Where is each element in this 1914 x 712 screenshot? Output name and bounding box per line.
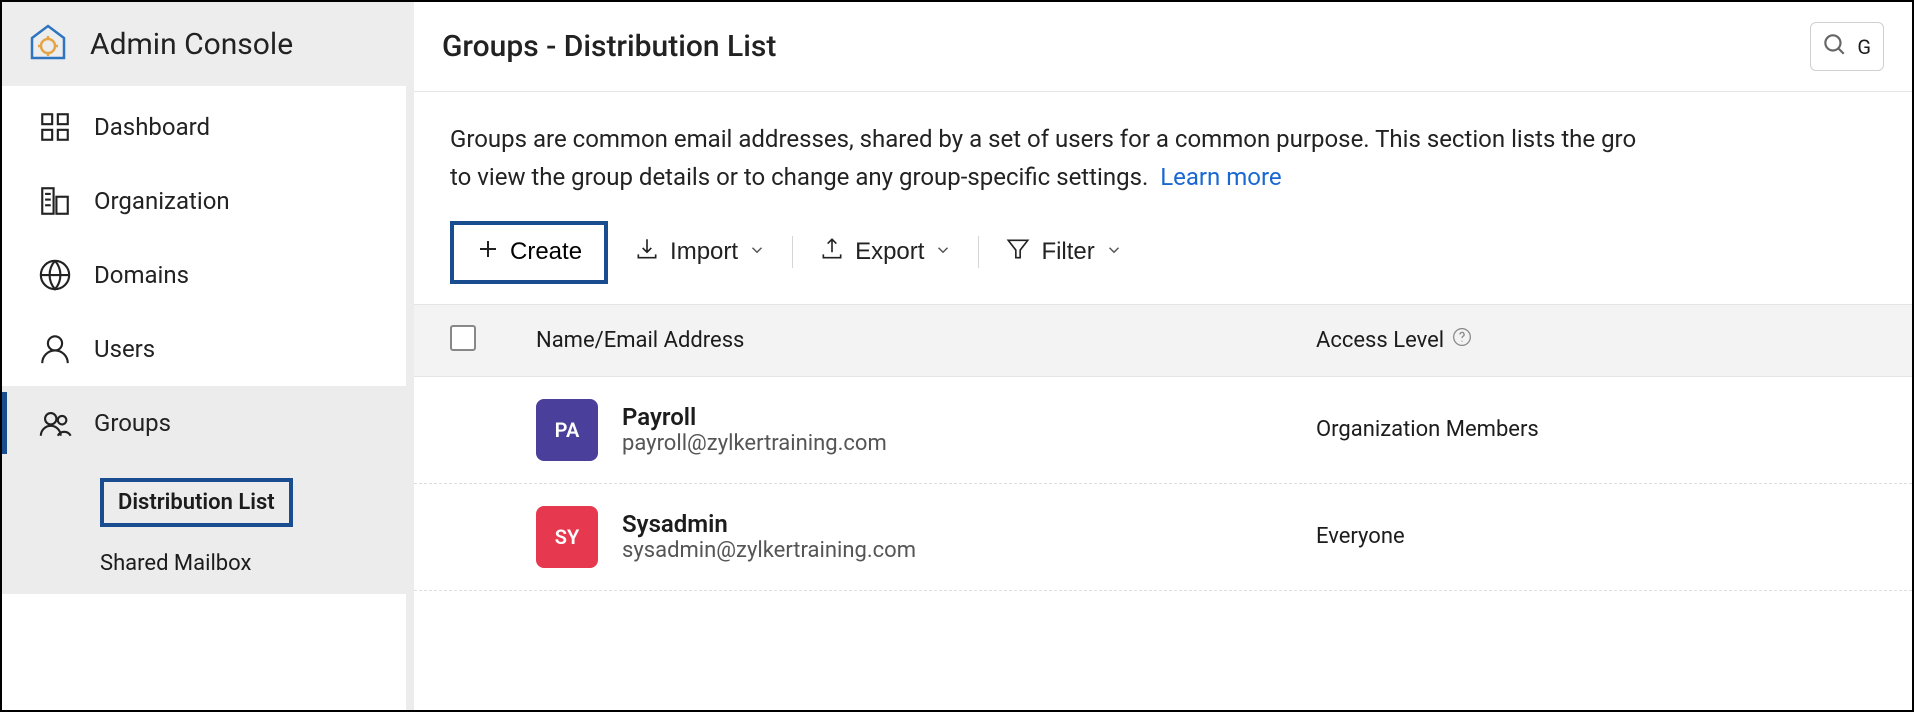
search-button[interactable]: G <box>1810 22 1884 71</box>
toolbar-divider <box>978 236 979 268</box>
globe-icon <box>38 258 72 292</box>
table-row[interactable]: PA Payrollpayroll@zylkertraining.comOrgan… <box>414 377 1912 484</box>
groups-icon <box>38 406 72 440</box>
sidebar-item-label: Organization <box>94 187 230 215</box>
sidebar-nav: Dashboard Organization Domains Users <box>2 86 414 710</box>
sidebar-item-label: Domains <box>94 261 189 289</box>
table-row[interactable]: SY Sysadminsysadmin@zylkertraining.comEve… <box>414 484 1912 591</box>
row-name: Sysadmin <box>622 510 1316 538</box>
sidebar-title: Admin Console <box>90 27 293 62</box>
sidebar-item-label: Users <box>94 335 155 363</box>
row-email: sysadmin@zylkertraining.com <box>622 538 1316 563</box>
learn-more-link[interactable]: Learn more <box>1160 163 1281 191</box>
sidebar-item-dashboard[interactable]: Dashboard <box>2 90 406 164</box>
row-body: Sysadminsysadmin@zylkertraining.com <box>622 510 1316 563</box>
column-header-access[interactable]: Access Level <box>1316 327 1876 353</box>
page-title: Groups - Distribution List <box>442 29 776 64</box>
sidebar-item-groups[interactable]: Groups <box>2 386 406 460</box>
sidebar-item-organization[interactable]: Organization <box>2 164 406 238</box>
export-icon <box>819 236 845 269</box>
export-button[interactable]: Export <box>819 230 952 275</box>
chevron-down-icon <box>748 238 766 266</box>
row-body: Payrollpayroll@zylkertraining.com <box>622 403 1316 456</box>
sidebar-item-label: Groups <box>94 409 171 437</box>
row-access-level: Organization Members <box>1316 417 1876 442</box>
avatar: PA <box>536 399 598 461</box>
search-icon <box>1821 31 1847 62</box>
import-button[interactable]: Import <box>634 230 766 275</box>
description-text: Groups are common email addresses, share… <box>414 92 1912 215</box>
plus-icon <box>476 237 500 268</box>
organization-icon <box>38 184 72 218</box>
filter-icon <box>1005 236 1031 269</box>
sidebar-item-users[interactable]: Users <box>2 312 406 386</box>
row-name: Payroll <box>622 403 1316 431</box>
logo-icon <box>26 22 70 66</box>
sidebar-item-label: Dashboard <box>94 113 210 141</box>
select-all-checkbox[interactable] <box>450 325 536 356</box>
column-header-name[interactable]: Name/Email Address <box>536 328 1316 353</box>
user-icon <box>38 332 72 366</box>
sidebar-header: Admin Console <box>2 2 414 86</box>
dashboard-icon <box>38 110 72 144</box>
create-button[interactable]: Create <box>450 221 608 284</box>
main-header: Groups - Distribution List G <box>414 2 1912 92</box>
filter-button[interactable]: Filter <box>1005 230 1122 275</box>
sidebar: Admin Console Dashboard Organization Dom… <box>2 2 414 710</box>
subnav-item-distribution-list[interactable]: Distribution List <box>100 466 406 539</box>
chevron-down-icon <box>1105 238 1123 266</box>
help-icon[interactable] <box>1452 327 1472 353</box>
row-email: payroll@zylkertraining.com <box>622 431 1316 456</box>
avatar: SY <box>536 506 598 568</box>
chevron-down-icon <box>934 238 952 266</box>
search-label-truncated: G <box>1857 35 1871 59</box>
row-access-level: Everyone <box>1316 524 1876 549</box>
table-header: Name/Email Address Access Level <box>414 304 1912 377</box>
main: Groups - Distribution List G Groups are … <box>414 2 1912 710</box>
subnav-item-shared-mailbox[interactable]: Shared Mailbox <box>100 539 406 588</box>
sidebar-subnav-groups: Distribution List Shared Mailbox <box>2 460 406 594</box>
toolbar-divider <box>792 236 793 268</box>
sidebar-item-domains[interactable]: Domains <box>2 238 406 312</box>
import-icon <box>634 236 660 269</box>
table-body: PA Payrollpayroll@zylkertraining.comOrgan… <box>414 377 1912 591</box>
toolbar: Create Import Export <box>414 215 1912 304</box>
